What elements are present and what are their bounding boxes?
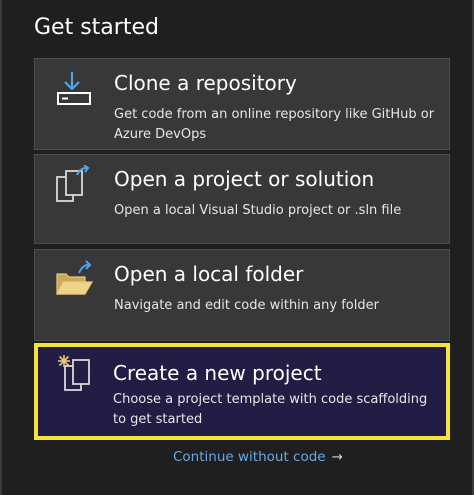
open-folder-title: Open a local folder [114, 262, 304, 286]
open-project-title: Open a project or solution [114, 167, 375, 191]
open-project-icon [55, 164, 95, 205]
download-icon [55, 69, 95, 109]
continue-without-code-label: Continue without code [173, 449, 326, 465]
clone-repository-description: Get code from an online repository like … [114, 107, 435, 142]
create-new-project-card[interactable]: Create a new project Choose a project te… [34, 343, 450, 440]
create-new-project-description: Choose a project template with code scaf… [113, 392, 428, 427]
create-new-project-title: Create a new project [113, 361, 322, 385]
clone-repository-title: Clone a repository [114, 71, 297, 95]
open-folder-icon [55, 260, 95, 300]
get-started-window: Get started Clone a repository Get code … [0, 0, 474, 495]
open-project-description: Open a local Visual Studio project or .s… [114, 203, 402, 218]
page-title: Get started [34, 15, 159, 40]
open-folder-card[interactable]: Open a local folder Navigate and edit co… [34, 249, 450, 341]
open-project-card[interactable]: Open a project or solution Open a local … [34, 154, 450, 244]
open-folder-description: Navigate and edit code within any folder [114, 298, 379, 313]
arrow-right-icon: → [331, 449, 343, 465]
clone-repository-card[interactable]: Clone a repository Get code from an onli… [34, 58, 450, 150]
continue-without-code-link[interactable]: Continue without code → [173, 449, 343, 465]
window-border-left [0, 0, 2, 495]
new-project-icon [56, 354, 96, 394]
